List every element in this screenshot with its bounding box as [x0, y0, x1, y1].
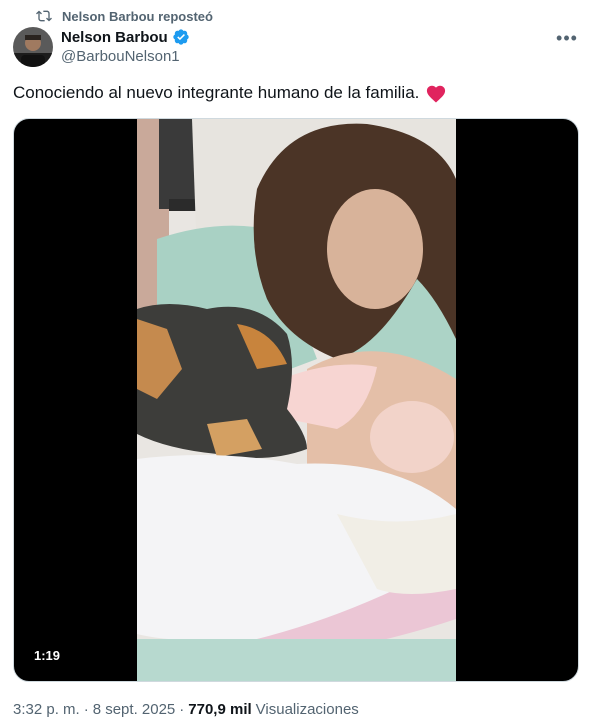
- author-block: Nelson Barbou @BarbouNelson1: [61, 27, 190, 65]
- tweet-date[interactable]: 8 sept. 2025: [93, 701, 176, 718]
- meta-separator: ·: [83, 701, 89, 718]
- repost-label: Nelson Barbou reposteó: [62, 8, 213, 24]
- tweet-meta: 3:32 p. m. · 8 sept. 2025 · 770,9 mil Vi…: [13, 701, 359, 718]
- tweet-text-row: Conociendo al nuevo integrante humano de…: [13, 82, 447, 104]
- tweet-time[interactable]: 3:32 p. m.: [13, 701, 80, 718]
- author-name[interactable]: Nelson Barbou: [61, 29, 168, 46]
- avatar[interactable]: [13, 27, 53, 67]
- tweet-text: Conociendo al nuevo integrante humano de…: [13, 83, 420, 102]
- views-count: 770,9 mil: [188, 701, 252, 718]
- red-heart-icon: [427, 85, 446, 103]
- video-frame[interactable]: [137, 119, 456, 681]
- views-label: Visualizaciones: [255, 701, 359, 718]
- more-options-icon[interactable]: •••: [555, 28, 579, 48]
- verified-badge-icon: [173, 29, 189, 45]
- meta-separator-2: ·: [179, 701, 185, 718]
- repost-header[interactable]: Nelson Barbou reposteó: [36, 7, 213, 25]
- repost-icon: [36, 10, 52, 22]
- video-duration-badge: 1:19: [26, 646, 69, 665]
- author-handle[interactable]: @BarbouNelson1: [61, 48, 190, 65]
- video-player[interactable]: 1:19: [13, 118, 579, 682]
